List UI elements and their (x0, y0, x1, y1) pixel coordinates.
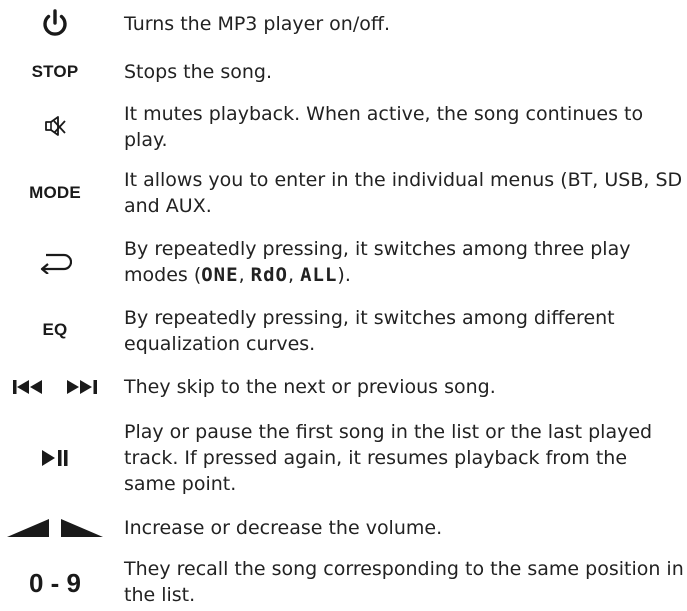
symbol-cell (0, 510, 110, 546)
row-number-keys: 0 - 9 They recall the song corresponding… (0, 555, 687, 611)
row-stop: STOP Stops the song. (0, 52, 687, 92)
row-repeat: By repeatedly pressing, it switches amon… (0, 234, 687, 290)
volume-down-icon (7, 519, 49, 537)
row-mode: MODE It allows you to enter in the indiv… (0, 165, 687, 221)
mode-separator: , (287, 264, 301, 286)
row-description: By repeatedly pressing, it switches amon… (124, 307, 615, 355)
mode-separator: , (238, 264, 251, 286)
skip-previous-icon (13, 380, 42, 394)
symbol-cell (0, 416, 110, 500)
symbol-cell (0, 4, 110, 44)
repeat-text-before: By repeatedly pressing, it switches amon… (124, 238, 631, 286)
row-eq: EQ By repeatedly pressing, it switches a… (0, 302, 687, 358)
row-description: Turns the MP3 player on/off. (124, 13, 391, 35)
row-skip: They skip to the next or previous song. (0, 369, 687, 405)
row-description: They skip to the next or previous song. (124, 376, 496, 398)
skip-next-icon (67, 380, 97, 394)
row-play-pause: Play or pause the first song in the list… (0, 416, 687, 500)
mode-all: ALL (300, 264, 338, 286)
row-description: Stops the song. (124, 61, 273, 83)
number-keys-label: 0 - 9 (28, 567, 82, 598)
eq-label: EQ (42, 320, 68, 339)
symbol-cell (0, 369, 110, 405)
row-mute: It mutes playback. When active, the song… (0, 98, 687, 154)
mode-rdo: RdO (250, 264, 288, 286)
stop-label: STOP (31, 62, 79, 81)
symbol-cell (0, 234, 110, 290)
power-icon (43, 9, 67, 36)
row-description: It mutes playback. When active, the song… (124, 103, 644, 151)
row-description: By repeatedly pressing, it switches amon… (124, 236, 684, 288)
row-description: Play or pause the first song in the list… (124, 421, 653, 495)
mode-label: MODE (29, 183, 81, 202)
repeat-icon (40, 253, 72, 274)
mode-one: ONE (201, 264, 239, 286)
symbol-cell (0, 98, 110, 154)
repeat-text-after: ). (337, 264, 351, 286)
mute-icon (45, 116, 66, 136)
row-description: Increase or decrease the volume. (124, 517, 443, 539)
row-power: Turns the MP3 player on/off. (0, 4, 687, 44)
row-volume: Increase or decrease the volume. (0, 510, 687, 546)
row-description: They recall the song corresponding to th… (124, 558, 684, 606)
row-description: It allows you to enter in the individual… (124, 169, 683, 217)
volume-up-icon (61, 519, 103, 537)
play-pause-icon (42, 450, 68, 466)
